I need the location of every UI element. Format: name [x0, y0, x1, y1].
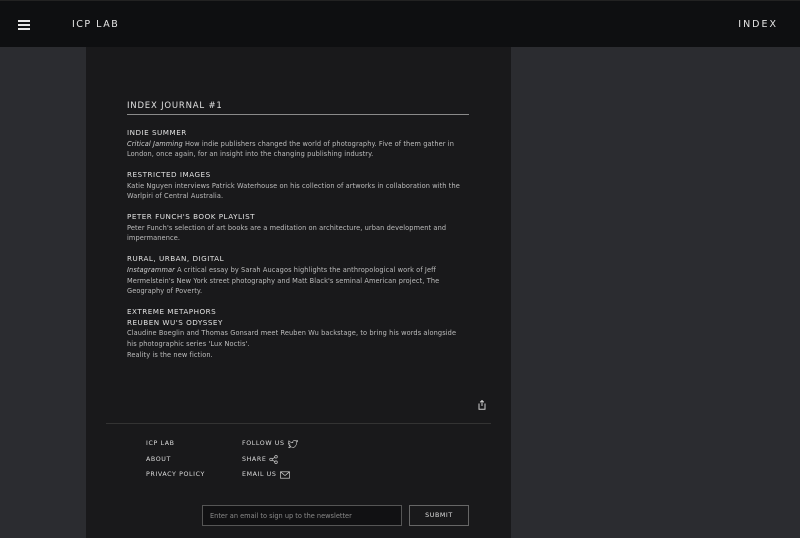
site-brand[interactable]: ICP LAB — [72, 19, 119, 30]
journal-title: INDEX JOURNAL #1 — [127, 101, 469, 115]
article-tagline: Reality is the new fiction. — [127, 350, 213, 359]
hamburger-menu-icon[interactable] — [18, 20, 30, 30]
article-item[interactable]: PETER FUNCH'S BOOK PLAYLIST Peter Funch'… — [127, 212, 463, 244]
footer-divider — [106, 423, 491, 424]
footer-links: ICP LAB ABOUT PRIVACY POLICY — [146, 436, 205, 483]
footer-social: FOLLOW US SHARE EMAIL US — [242, 436, 298, 483]
article-summary: Critical Jamming How indie publishers ch… — [127, 139, 463, 161]
email-us-link[interactable]: EMAIL US — [242, 467, 298, 483]
article-summary: Peter Funch's selection of art books are… — [127, 223, 447, 243]
footer-link-icp-lab[interactable]: ICP LAB — [146, 436, 205, 452]
article-lead: Instagrammar — [127, 265, 175, 274]
follow-us-label: FOLLOW US — [242, 440, 285, 448]
newsletter-submit-button[interactable]: SUBMIT — [409, 505, 469, 526]
article-summary: Claudine Boeglin and Thomas Gonsard meet… — [127, 329, 457, 348]
email-us-label: EMAIL US — [242, 471, 277, 479]
article-subtitle[interactable]: REUBEN WU'S ODYSSEY — [127, 318, 463, 329]
share-export-icon[interactable] — [478, 400, 486, 410]
twitter-icon — [287, 439, 298, 448]
follow-us-link[interactable]: FOLLOW US — [242, 436, 298, 452]
share-link[interactable]: SHARE — [242, 452, 298, 468]
article-item[interactable]: INDIE SUMMER Critical Jamming How indie … — [127, 128, 463, 160]
envelope-icon — [279, 471, 290, 479]
article-title[interactable]: PETER FUNCH'S BOOK PLAYLIST — [127, 212, 463, 223]
top-navigation-bar: ICP LAB INDEX — [0, 0, 800, 47]
footer-link-privacy-policy[interactable]: PRIVACY POLICY — [146, 467, 205, 483]
footer-link-about[interactable]: ABOUT — [146, 452, 205, 468]
article-item[interactable]: RURAL, URBAN, DIGITAL Instagrammar A cri… — [127, 254, 463, 297]
share-label: SHARE — [242, 455, 267, 463]
newsletter-email-input[interactable] — [202, 505, 402, 526]
article-list: INDIE SUMMER Critical Jamming How indie … — [127, 128, 463, 371]
main-content-panel: INDEX JOURNAL #1 INDIE SUMMER Critical J… — [86, 47, 511, 538]
article-title[interactable]: INDIE SUMMER — [127, 128, 463, 139]
article-item[interactable]: RESTRICTED IMAGES Katie Nguyen interview… — [127, 170, 463, 202]
article-item[interactable]: EXTREME METAPHORS REUBEN WU'S ODYSSEY Cl… — [127, 307, 463, 360]
article-title[interactable]: RURAL, URBAN, DIGITAL — [127, 254, 463, 265]
index-nav-link[interactable]: INDEX — [738, 19, 778, 30]
article-title[interactable]: EXTREME METAPHORS — [127, 307, 463, 318]
article-summary: Katie Nguyen interviews Patrick Waterhou… — [127, 181, 460, 201]
article-lead: Critical Jamming — [127, 139, 183, 148]
article-title[interactable]: RESTRICTED IMAGES — [127, 170, 463, 181]
share-nodes-icon — [269, 454, 279, 464]
article-summary: Instagrammar A critical essay by Sarah A… — [127, 265, 463, 297]
